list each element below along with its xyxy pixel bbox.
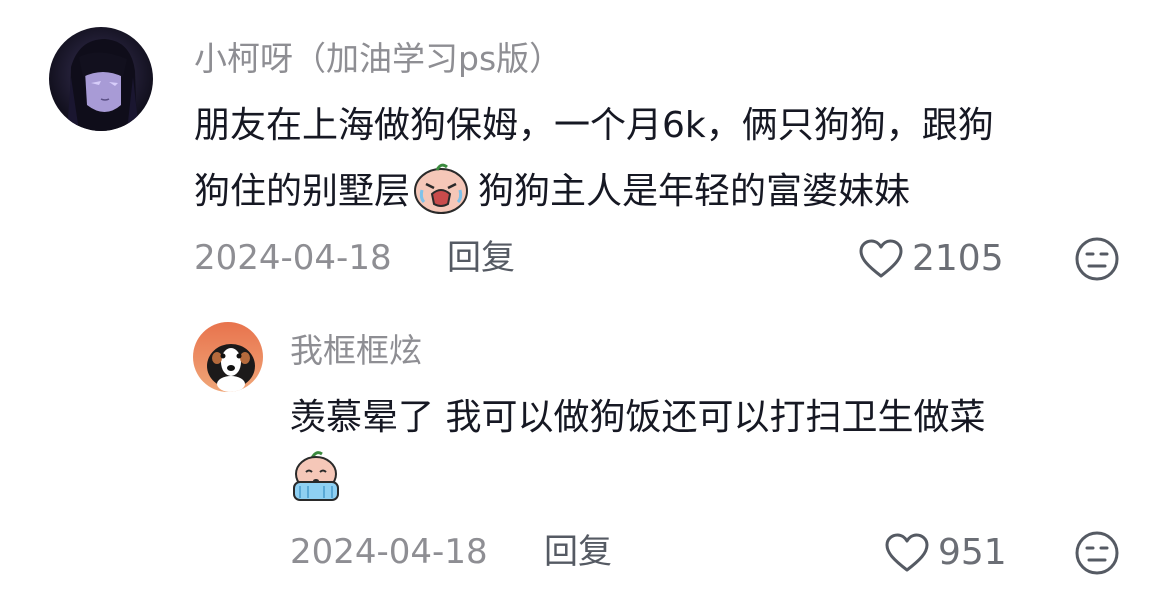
user-avatar[interactable] bbox=[193, 322, 263, 392]
reply-button[interactable]: 回复 bbox=[544, 535, 612, 569]
dog-avatar-icon bbox=[193, 322, 263, 392]
like-count: 2105 bbox=[912, 238, 1004, 279]
reply-button[interactable]: 回复 bbox=[447, 241, 515, 275]
comment-date: 2024-04-18 bbox=[194, 238, 392, 278]
crying-peach-emoji-icon bbox=[412, 162, 470, 221]
dislike-button[interactable] bbox=[1074, 530, 1120, 580]
unamused-face-icon bbox=[1075, 237, 1119, 281]
comment-text-line-2: 狗住的别墅层 狗狗主人是年轻的富婆妹妹 bbox=[194, 162, 910, 221]
username[interactable]: 我框框炫 bbox=[290, 334, 422, 367]
tearful-peach-emoji-icon bbox=[288, 450, 344, 508]
comment-date: 2024-04-18 bbox=[290, 532, 488, 572]
like-button[interactable]: 2105 bbox=[858, 238, 1004, 280]
comment-item: 小柯呀（加油学习ps版） 朋友在上海做狗保姆，一个月6k，俩只狗狗，跟狗 狗住的… bbox=[0, 0, 1169, 300]
comment-text-line: 羡慕晕了 我可以做狗饭还可以打扫卫生做菜 bbox=[290, 397, 986, 438]
heart-icon bbox=[885, 533, 929, 572]
anime-girl-avatar-icon bbox=[49, 27, 153, 131]
comment-text-segment: 狗住的别墅层 bbox=[194, 170, 411, 212]
dislike-button[interactable] bbox=[1074, 236, 1120, 286]
unamused-face-icon bbox=[1075, 531, 1119, 575]
like-button[interactable]: 951 bbox=[884, 532, 1007, 574]
user-avatar[interactable] bbox=[49, 27, 153, 131]
comment-text-line: 朋友在上海做狗保姆，一个月6k，俩只狗狗，跟狗 bbox=[194, 105, 994, 146]
username[interactable]: 小柯呀（加油学习ps版） bbox=[194, 42, 562, 75]
comment-text-segment: 狗狗主人是年轻的富婆妹妹 bbox=[478, 170, 911, 212]
like-count: 951 bbox=[938, 532, 1007, 573]
heart-icon bbox=[859, 239, 903, 278]
reply-comment-item: 我框框炫 羡慕晕了 我可以做狗饭还可以打扫卫生做菜 2024-04-18 回复 … bbox=[0, 300, 1169, 613]
